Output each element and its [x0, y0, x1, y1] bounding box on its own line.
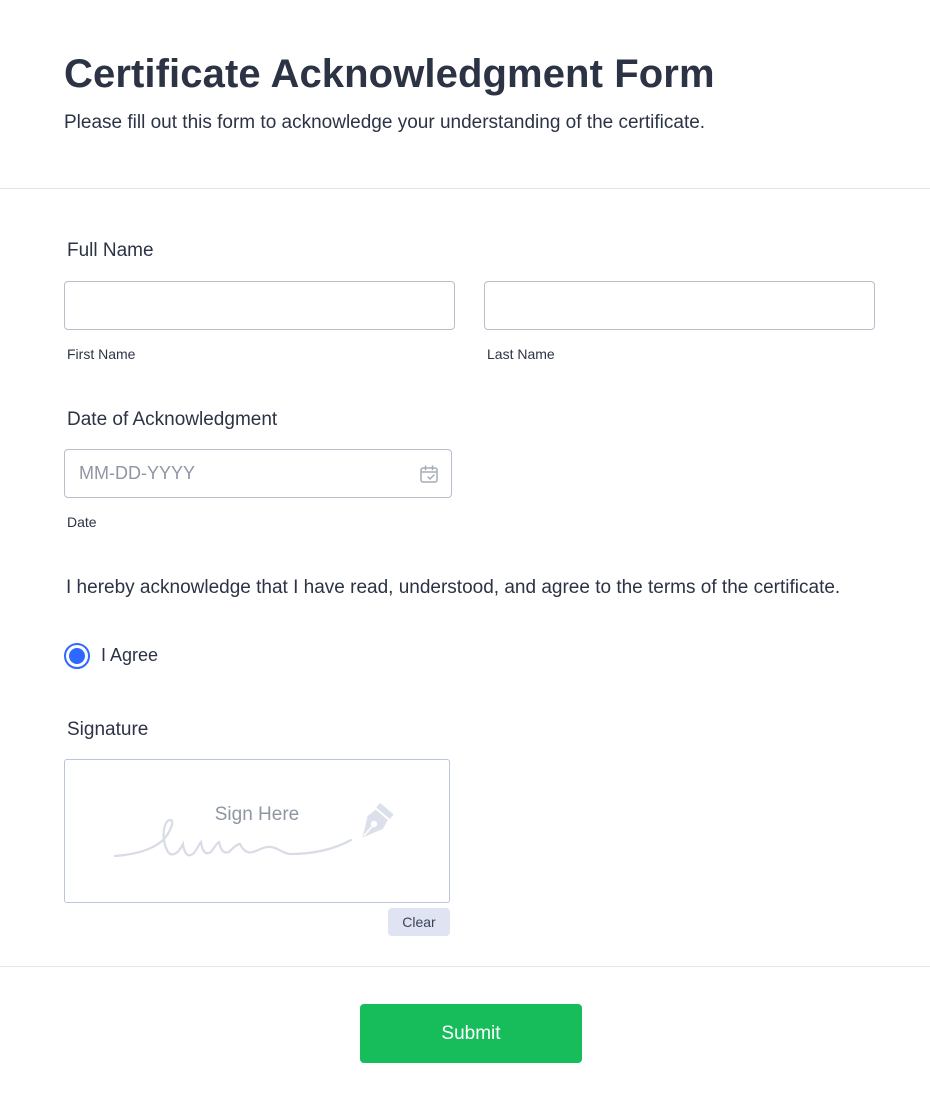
calendar-icon[interactable]: [419, 464, 439, 484]
full-name-label: Full Name: [67, 240, 154, 261]
form-header: Certificate Acknowledgment Form Please f…: [0, 0, 930, 189]
clear-signature-button[interactable]: Clear: [388, 908, 450, 936]
radio-selected-dot: [69, 648, 85, 664]
signature-pad[interactable]: Sign Here: [64, 759, 450, 903]
signature-label: Signature: [67, 719, 149, 740]
radio-outer-ring: [64, 643, 90, 669]
agree-radio-label[interactable]: I Agree: [101, 645, 158, 666]
footer-divider: [0, 966, 930, 967]
first-name-sublabel: First Name: [67, 346, 136, 362]
date-label: Date of Acknowledgment: [67, 409, 278, 430]
pen-nib-icon: [362, 803, 394, 838]
acknowledgment-question: I hereby acknowledge that I have read, u…: [66, 577, 841, 598]
date-input[interactable]: [64, 449, 452, 498]
first-name-input[interactable]: [64, 281, 455, 330]
last-name-input[interactable]: [484, 281, 875, 330]
submit-button[interactable]: Submit: [360, 1004, 582, 1063]
agree-radio[interactable]: [64, 643, 90, 669]
last-name-sublabel: Last Name: [487, 346, 555, 362]
page-title: Certificate Acknowledgment Form: [64, 52, 715, 96]
page-subtitle: Please fill out this form to acknowledge…: [64, 112, 706, 133]
date-sublabel: Date: [67, 514, 97, 530]
